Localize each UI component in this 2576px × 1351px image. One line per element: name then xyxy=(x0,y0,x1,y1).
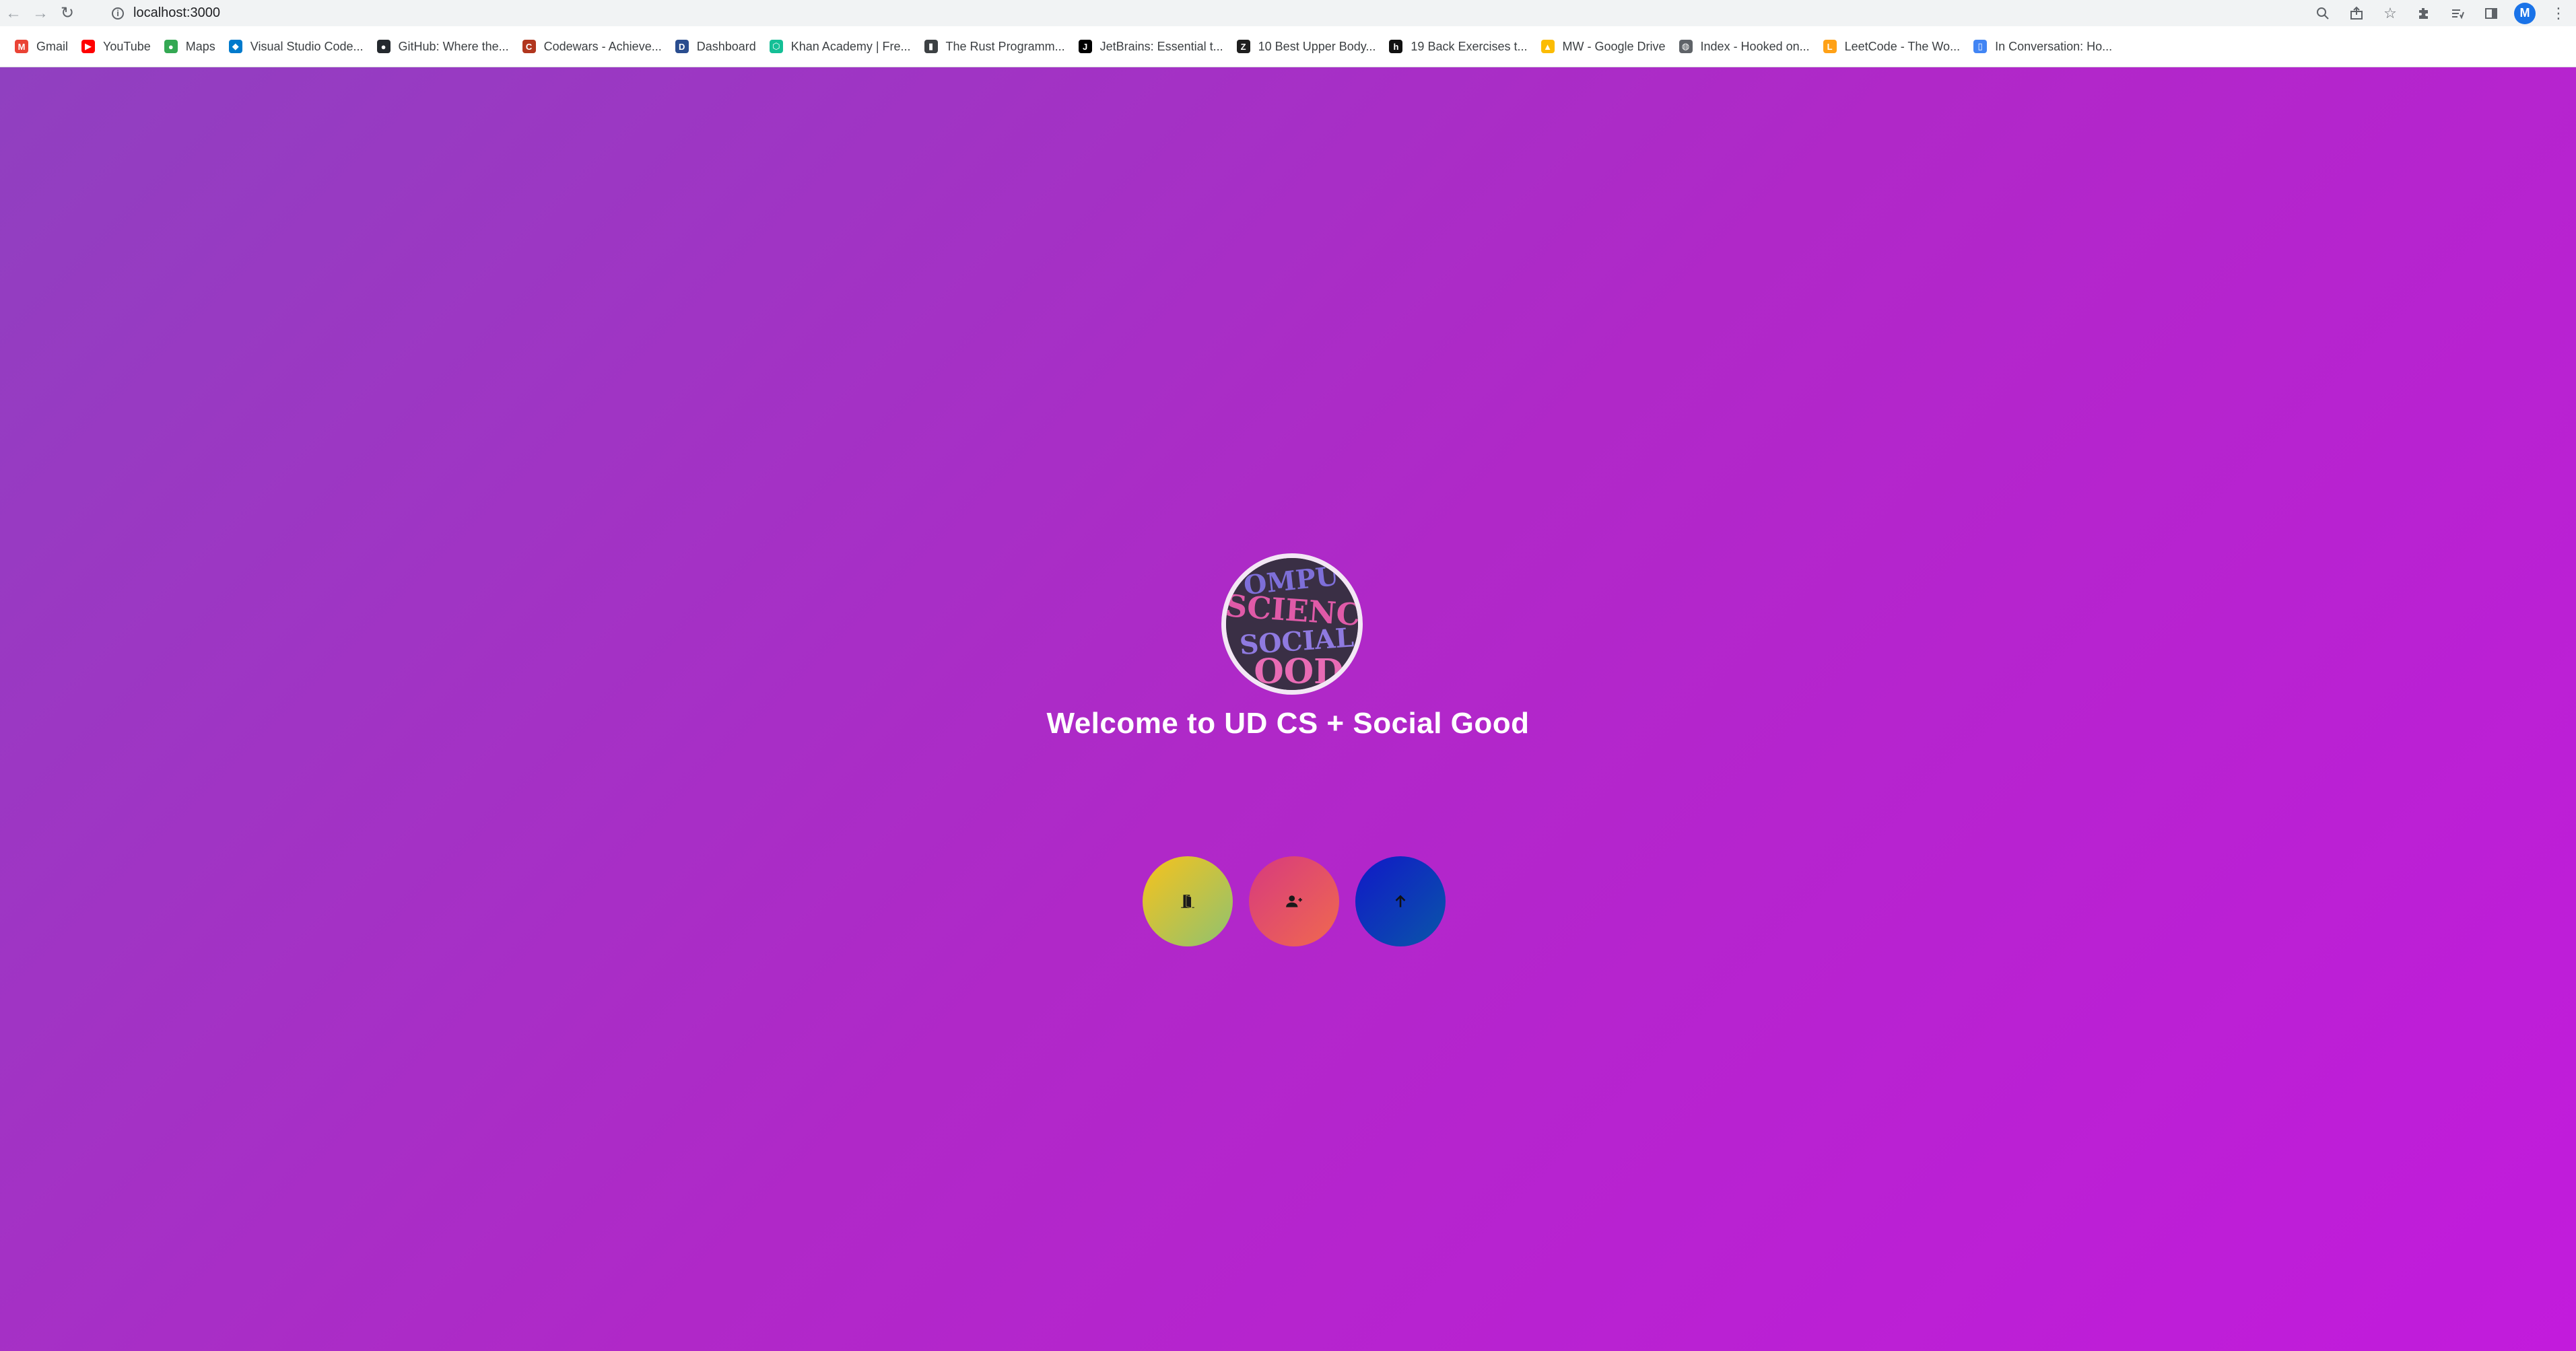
bookmark-label: In Conversation: Ho... xyxy=(1995,39,2113,53)
bookmark-item[interactable]: L LeetCode - The Wo... xyxy=(1819,33,1969,60)
door-enter-icon xyxy=(1181,895,1194,909)
user-plus-icon xyxy=(1286,895,1302,907)
bookmark-item[interactable]: ◍ Index - Hooked on... xyxy=(1675,33,1819,60)
bookmark-item[interactable]: ◆ Visual Studio Code... xyxy=(225,33,373,60)
address-bar[interactable]: i localhost:3000 xyxy=(112,3,2307,24)
bookmark-label: Gmail xyxy=(36,39,69,53)
register-button[interactable] xyxy=(1249,856,1339,946)
dashboard-icon: D xyxy=(675,40,689,53)
bookmark-label: 10 Best Upper Body... xyxy=(1258,39,1376,53)
google-drive-icon: ▲ xyxy=(1540,40,1555,53)
bookmark-label: YouTube xyxy=(103,39,151,53)
bookmark-item[interactable]: ▶ YouTube xyxy=(77,33,160,60)
youtube-icon: ▶ xyxy=(81,40,96,53)
bookmarks-bar: M Gmail ▶ YouTube ● Maps ◆ Visual Studio Code..… xyxy=(0,26,2576,67)
side-panel-icon[interactable] xyxy=(2480,3,2502,24)
upload-button[interactable] xyxy=(1355,856,1446,946)
page-title: Welcome to UD CS + Social Good xyxy=(1046,707,1530,740)
logo-artwork: OMPU SCIENC SOCIAL OOD xyxy=(1226,558,1358,690)
back-arrow-icon[interactable]: ← xyxy=(0,0,27,26)
zoom-icon[interactable] xyxy=(2312,3,2334,24)
healthline-icon: h xyxy=(1389,40,1403,53)
forward-arrow-icon[interactable]: → xyxy=(27,0,54,26)
bookmark-item[interactable]: ▮ The Rust Programm... xyxy=(920,33,1075,60)
arrow-up-icon xyxy=(1395,895,1406,907)
extensions-icon[interactable] xyxy=(2413,3,2435,24)
bookmark-item[interactable]: h 19 Back Exercises t... xyxy=(1385,33,1536,60)
bookmark-label: MW - Google Drive xyxy=(1562,39,1666,53)
bookmark-item[interactable]: M Gmail xyxy=(11,33,77,60)
book-icon: ▮ xyxy=(924,40,938,53)
page-background: OMPU SCIENC SOCIAL OOD Welcome to UD CS … xyxy=(0,67,2576,1351)
leetcode-icon: L xyxy=(1823,40,1837,53)
logo-line-4: OOD xyxy=(1254,652,1343,690)
toolbar-actions: ☆ M ⋮ xyxy=(2312,0,2569,26)
bookmark-item[interactable]: ⬡ Khan Academy | Fre... xyxy=(766,33,920,60)
bookmark-label: GitHub: Where the... xyxy=(398,39,509,53)
bookmark-item[interactable]: ▲ MW - Google Drive xyxy=(1537,33,1675,60)
login-button[interactable] xyxy=(1143,856,1233,946)
browser-toolbar: ← → ↻ i localhost:3000 ☆ M ⋮ xyxy=(0,0,2576,26)
gmail-icon: M xyxy=(15,40,28,53)
bookmark-label: The Rust Programm... xyxy=(945,39,1065,53)
article-icon: Z xyxy=(1236,40,1250,53)
bookmark-item[interactable]: ▯ In Conversation: Ho... xyxy=(1969,33,2122,60)
github-icon: ● xyxy=(376,40,391,53)
bookmark-item[interactable]: D Dashboard xyxy=(671,33,766,60)
jetbrains-icon: J xyxy=(1078,40,1092,53)
reload-icon[interactable]: ↻ xyxy=(54,0,81,26)
cs-social-good-logo: OMPU SCIENC SOCIAL OOD xyxy=(1221,553,1363,695)
info-icon[interactable]: i xyxy=(112,7,124,20)
codewars-icon: C xyxy=(522,40,536,53)
kebab-menu-icon[interactable]: ⋮ xyxy=(2548,3,2569,24)
bookmark-label: Dashboard xyxy=(696,39,756,53)
khan-academy-icon: ⬡ xyxy=(769,40,783,53)
bookmark-item[interactable]: ● GitHub: Where the... xyxy=(373,33,518,60)
maps-icon: ● xyxy=(164,40,178,53)
bookmark-label: JetBrains: Essential t... xyxy=(1099,39,1223,53)
reading-list-icon[interactable] xyxy=(2447,3,2468,24)
share-icon[interactable] xyxy=(2346,3,2367,24)
bookmark-item[interactable]: C Codewars - Achieve... xyxy=(518,33,671,60)
action-buttons xyxy=(1143,856,1446,946)
bookmark-icon: ▯ xyxy=(1973,40,1988,53)
url-text: localhost:3000 xyxy=(133,5,220,20)
bookmark-label: LeetCode - The Wo... xyxy=(1844,39,1961,53)
bookmark-item[interactable]: ● Maps xyxy=(160,33,225,60)
bookmark-label: Maps xyxy=(185,39,215,53)
bookmark-label: Index - Hooked on... xyxy=(1700,39,1810,53)
star-icon[interactable]: ☆ xyxy=(2379,3,2401,24)
globe-icon: ◍ xyxy=(1679,40,1693,53)
bookmark-label: Khan Academy | Fre... xyxy=(790,39,911,53)
vscode-icon: ◆ xyxy=(228,40,242,53)
bookmark-item[interactable]: J JetBrains: Essential t... xyxy=(1075,33,1233,60)
bookmark-item[interactable]: Z 10 Best Upper Body... xyxy=(1233,33,1386,60)
bookmark-label: Visual Studio Code... xyxy=(250,39,364,53)
bookmark-label: 19 Back Exercises t... xyxy=(1411,39,1528,53)
bookmark-label: Codewars - Achieve... xyxy=(543,39,662,53)
profile-avatar[interactable]: M xyxy=(2514,2,2536,24)
